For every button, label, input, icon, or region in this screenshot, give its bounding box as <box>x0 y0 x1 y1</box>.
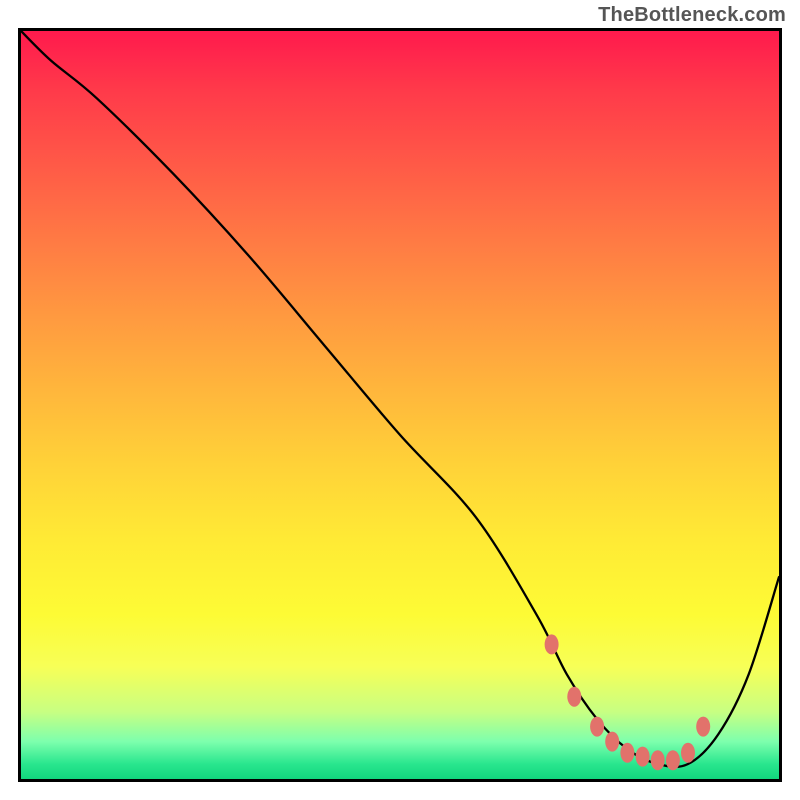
marker-dot <box>590 717 604 737</box>
marker-dot <box>696 717 710 737</box>
watermark-text: TheBottleneck.com <box>598 4 786 27</box>
optimal-range-markers <box>545 634 711 770</box>
marker-dot <box>545 634 559 654</box>
marker-dot <box>681 743 695 763</box>
marker-dot <box>666 750 680 770</box>
curve-layer <box>21 31 779 779</box>
chart-root: TheBottleneck.com <box>0 0 800 800</box>
bottleneck-curve <box>21 31 779 767</box>
marker-dot <box>651 750 665 770</box>
marker-dot <box>567 687 581 707</box>
marker-dot <box>636 747 650 767</box>
plot-area <box>18 28 782 782</box>
marker-dot <box>605 732 619 752</box>
marker-dot <box>620 743 634 763</box>
